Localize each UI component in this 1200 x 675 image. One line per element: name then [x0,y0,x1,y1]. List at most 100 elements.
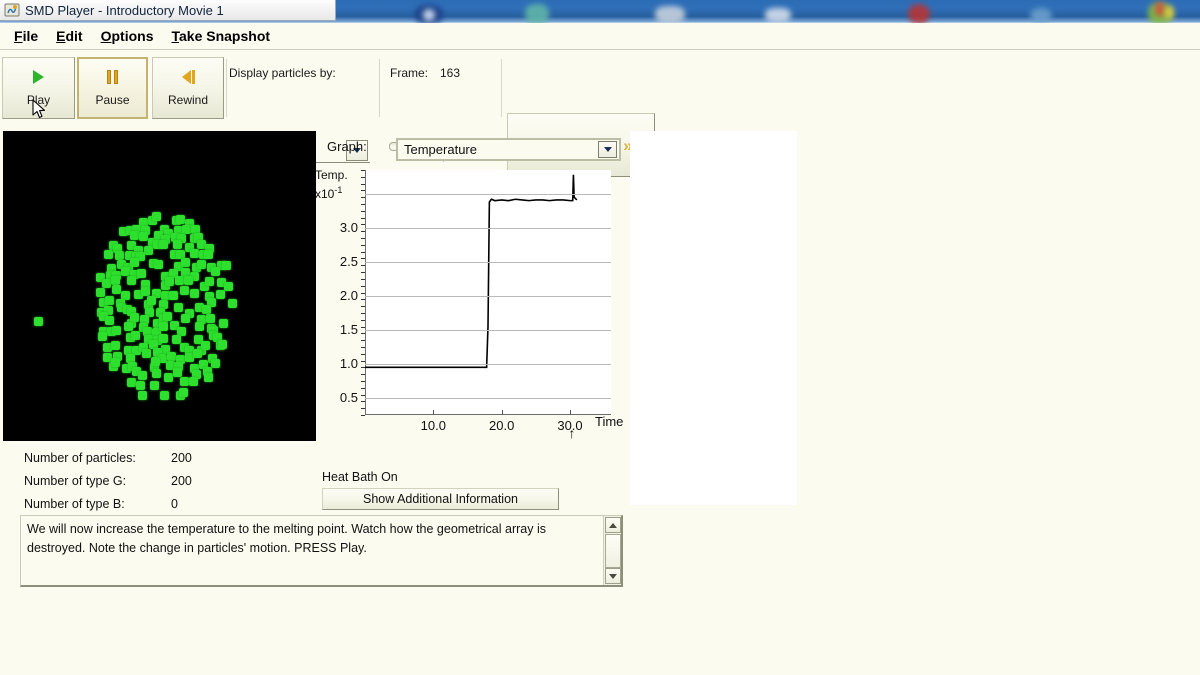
chart-gridline [365,398,611,399]
menu-options[interactable]: Options [92,26,163,46]
menu-edit[interactable]: Edit [47,26,91,46]
chart-y-minor-tick [361,347,365,348]
menu-take-snapshot[interactable]: Take Snapshot [162,26,279,46]
chart-y-minor-tick [361,211,365,212]
particle [197,260,207,270]
particle [126,378,136,388]
particle [111,325,121,335]
particle [151,369,161,379]
chart-y-minor-tick [361,197,365,198]
particle [218,318,228,328]
particle [97,331,107,341]
chart-y-minor-tick [361,184,365,185]
particle [179,286,189,296]
chart-y-minor-tick [361,306,365,307]
chart-gridline [365,262,611,263]
window-titlebar: SMD Player - Introductory Movie 1 [0,0,336,21]
graph-label: Graph: [327,139,367,154]
chevron-down-icon[interactable] [598,141,617,158]
particle [151,212,161,222]
scroll-down-button[interactable] [605,568,621,584]
info-label-type-b: Number of type B: [24,497,125,511]
chart-x-tick [570,410,571,415]
particle [193,349,203,359]
chart-y-minor-tick [361,170,365,171]
particle [172,368,182,378]
particle [159,391,169,401]
particle [111,275,121,285]
app-icon [4,2,20,18]
chart-y-minor-tick [361,238,365,239]
chart-y-minor-tick [361,361,365,362]
particle [168,291,178,301]
particle [138,370,148,380]
show-additional-information-button[interactable]: Show Additional Information [322,488,559,510]
particle [158,334,168,344]
particle [147,296,157,306]
particle [105,296,115,306]
chart-y-minor-tick [361,177,365,178]
rewind-button-label: Rewind [167,93,209,107]
particle [126,276,136,286]
particle [112,285,122,294]
chart-gridline [365,364,611,365]
particle [158,240,168,249]
particle [159,322,169,332]
particle [202,304,212,314]
menubar: File Edit Options Take Snapshot [0,23,1200,50]
chart-y-minor-tick [361,327,365,328]
particle-simulation-canvas[interactable] [3,131,316,441]
particle [114,250,124,260]
chart-x-tick [433,410,434,415]
heat-bath-status: Heat Bath On [322,470,398,484]
rewind-icon [181,69,195,85]
chart-y-minor-tick [361,374,365,375]
chart-gridline [365,330,611,331]
particle [180,257,190,267]
frame-label: Frame: [390,66,429,80]
particle [180,377,190,387]
chart-y-minor-tick [361,231,365,232]
chart-y-minor-tick [361,252,365,253]
empty-right-panel [630,131,797,505]
rewind-button[interactable]: Rewind [152,57,224,119]
chart-y-minor-tick [361,258,365,259]
toolbar-separator [379,59,380,117]
chart-x-tick-label: 30.0 [557,418,583,433]
chart-x-tick-label: 20.0 [489,418,515,433]
particle [165,277,175,287]
narrative-textbox[interactable]: We will now increase the temperature to … [20,515,623,587]
particle [137,390,147,400]
graph-type-value: Temperature [404,142,477,157]
toolbar: Play Pause Rewind Display particles by: … [0,55,1200,177]
info-value-particles: 200 [171,451,192,465]
particle [181,313,191,323]
pause-button-label: Pause [95,93,130,107]
chart-y-tick-label: 2.5 [339,253,358,269]
particle [211,266,221,276]
menu-file[interactable]: File [5,26,47,46]
particle [188,376,198,386]
graph-type-select[interactable]: Temperature [396,138,621,161]
particle [211,359,221,369]
particle [206,314,216,324]
scrollbar-thumb[interactable] [605,534,621,568]
narrative-scrollbar[interactable] [603,516,621,585]
pause-button[interactable]: Pause [77,57,148,119]
window-title: SMD Player - Introductory Movie 1 [25,2,224,18]
particle [201,341,211,351]
particle [138,231,148,241]
chart-y-minor-tick [361,286,365,287]
chart-y-minor-tick [361,279,365,280]
narrative-text: We will now increase the temperature to … [27,522,546,555]
chart-gridline [365,194,611,195]
particle [203,249,213,259]
toolbar-separator [501,59,502,117]
scroll-up-button[interactable] [605,517,621,533]
particle [189,248,199,258]
play-icon [33,69,44,85]
chart-y-minor-tick [361,367,365,368]
chart-y-tick-label: 1.0 [339,355,358,371]
chart-y-minor-tick [361,340,365,341]
particle [191,224,201,234]
